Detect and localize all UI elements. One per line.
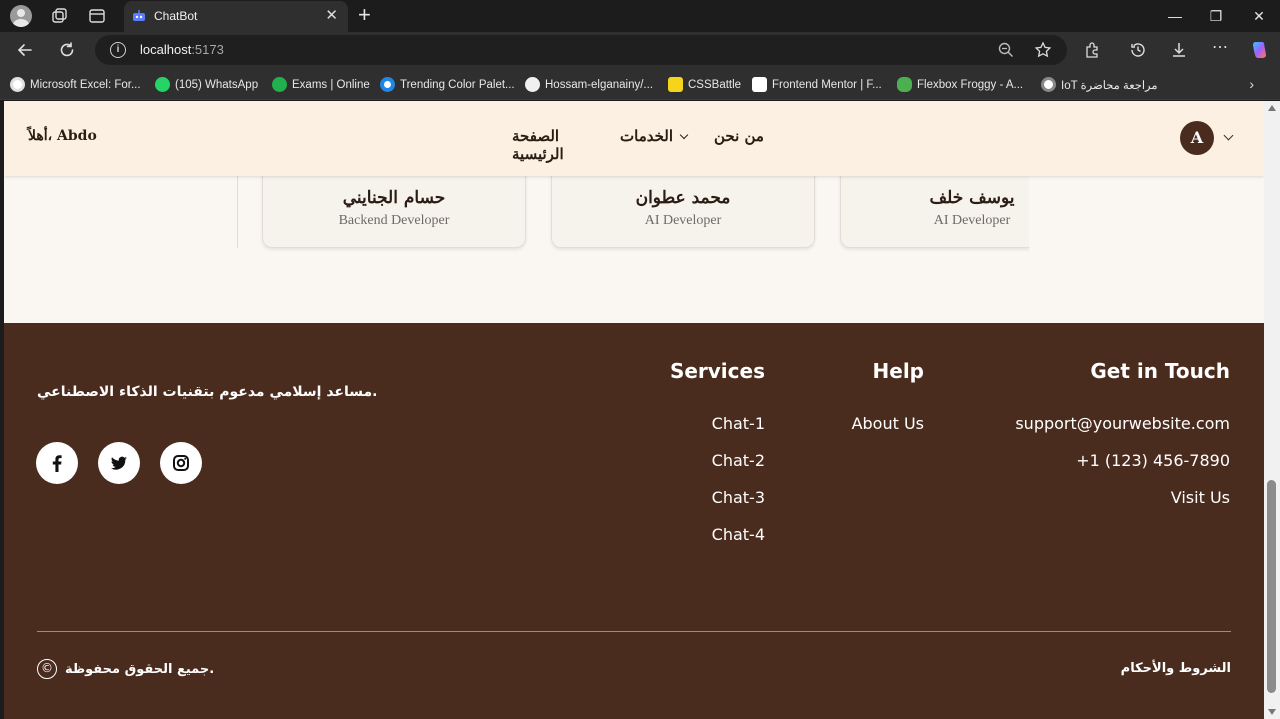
carousel-clip: [1029, 176, 1264, 256]
workspaces-icon[interactable]: [50, 7, 68, 25]
footer-tagline: مساعد إسلامي مدعوم بتقنيات الذكاء الاصطن…: [37, 384, 378, 400]
favorite-star-icon[interactable]: [1034, 41, 1052, 59]
refresh-icon[interactable]: [58, 41, 76, 59]
footer-visit-link[interactable]: Visit Us: [1171, 488, 1230, 507]
new-tab-icon[interactable]: +: [358, 4, 371, 26]
close-window-icon[interactable]: ✕: [1247, 6, 1271, 26]
bookmark-item[interactable]: IoT مراجعة محاضرة: [1041, 77, 1158, 92]
chevron-down-icon[interactable]: [1223, 130, 1234, 141]
scroll-down-icon[interactable]: [1268, 709, 1276, 715]
whatsapp-icon: [155, 77, 170, 92]
web-page: أهلاً، Abdo الصفحة الرئيسية الخدمات من ن…: [4, 101, 1264, 719]
more-options-icon[interactable]: ⋯: [1212, 37, 1230, 56]
tab-actions-icon[interactable]: [88, 7, 106, 25]
footer-link-chat-1[interactable]: Chat-1: [712, 414, 765, 433]
card-edge: [237, 176, 238, 248]
twitter-button[interactable]: [98, 442, 140, 484]
palette-icon: [380, 77, 395, 92]
page-scrollbar[interactable]: [1264, 101, 1280, 719]
footer-help-heading: Help: [872, 359, 924, 383]
extensions-icon[interactable]: [1083, 41, 1101, 59]
minimize-icon[interactable]: —: [1163, 6, 1187, 26]
team-member-name: حسام الجنايني: [342, 188, 446, 208]
globe-icon: [1041, 77, 1056, 92]
facebook-icon: [52, 455, 62, 472]
footer-link-chat-3[interactable]: Chat-3: [712, 488, 765, 507]
nav-about-link[interactable]: من نحن: [714, 127, 774, 145]
nav-home-link[interactable]: الصفحة الرئيسية: [512, 127, 612, 163]
tab-close-icon[interactable]: ✕: [325, 7, 338, 25]
browser-titlebar: ChatBot ✕ + — ❐ ✕: [0, 0, 1280, 32]
footer-email-link[interactable]: support@yourwebsite.com: [1015, 414, 1230, 433]
bookmark-item[interactable]: Flexbox Froggy - A...: [897, 77, 1023, 92]
history-icon[interactable]: [1129, 41, 1147, 59]
team-member-role: Backend Developer: [338, 213, 450, 228]
footer-link-chat-2[interactable]: Chat-2: [712, 451, 765, 470]
footer-link-chat-4[interactable]: Chat-4: [712, 525, 765, 544]
user-greeting: أهلاً، Abdo: [28, 128, 97, 144]
site-info-icon[interactable]: i: [110, 42, 126, 58]
bookmark-item[interactable]: Frontend Mentor | F...: [752, 77, 882, 92]
profile-icon[interactable]: [10, 5, 32, 27]
bookmark-item[interactable]: Microsoft Excel: For...: [10, 77, 141, 92]
footer-divider: [37, 631, 1231, 632]
footer-services-column: Services Chat-1 Chat-2 Chat-3 Chat-4: [644, 359, 765, 544]
copilot-icon[interactable]: [1250, 40, 1270, 60]
footer-link-about-us[interactable]: About Us: [852, 414, 924, 433]
url-text: localhost:5173: [140, 42, 224, 57]
footer-contact-column: Get in Touch support@yourwebsite.com +1 …: [984, 359, 1230, 507]
chatbot-favicon-icon: [133, 10, 145, 21]
bookmark-item[interactable]: Trending Color Palet...: [380, 77, 515, 92]
footer-contact-heading: Get in Touch: [1090, 359, 1230, 383]
bookmark-item[interactable]: Hossam-elganainy/...: [525, 77, 653, 92]
browser-toolbar: i localhost:5173 ⋯: [0, 32, 1280, 68]
twitter-icon: [111, 456, 127, 470]
copyright-text: جميع الحقوق محفوظة.: [65, 661, 215, 677]
nav-services-dropdown[interactable]: الخدمات: [620, 127, 696, 145]
footer-copyright: © جميع الحقوق محفوظة.: [37, 659, 214, 679]
zoom-icon[interactable]: [997, 41, 1015, 59]
footer-help-column: Help About Us: [824, 359, 924, 433]
tab-title: ChatBot: [154, 9, 198, 23]
back-icon[interactable]: [16, 41, 34, 59]
instagram-button[interactable]: [160, 442, 202, 484]
team-member-name: محمد عطوان: [635, 188, 731, 208]
scroll-thumb[interactable]: [1267, 480, 1276, 693]
avatar[interactable]: A: [1180, 121, 1214, 155]
maximize-icon[interactable]: ❐: [1204, 6, 1228, 26]
check-icon: [272, 77, 287, 92]
bookmarks-bar: Microsoft Excel: For... (105) WhatsApp E…: [0, 68, 1280, 100]
site-navbar: أهلاً، Abdo الصفحة الرئيسية الخدمات من ن…: [4, 101, 1264, 176]
footer-services-heading: Services: [669, 359, 765, 383]
frontend-mentor-icon: [752, 77, 767, 92]
cssbattle-icon: [668, 77, 683, 92]
footer-phone-link[interactable]: +1 (123) 456-7890: [1076, 451, 1230, 470]
bookmark-item[interactable]: Exams | Online: [272, 77, 370, 92]
facebook-button[interactable]: [36, 442, 78, 484]
github-icon: [525, 77, 540, 92]
active-tab[interactable]: ChatBot ✕: [124, 1, 348, 32]
downloads-icon[interactable]: [1170, 41, 1188, 59]
chevron-down-icon: [679, 130, 689, 140]
frog-icon: [897, 77, 912, 92]
copyright-icon: ©: [37, 659, 57, 679]
scroll-up-icon[interactable]: [1268, 105, 1276, 111]
team-member-role: AI Developer: [644, 213, 722, 228]
bookmark-item[interactable]: (105) WhatsApp: [155, 77, 258, 92]
globe-icon: [10, 77, 25, 92]
instagram-icon: [173, 455, 189, 471]
bookmark-item[interactable]: CSSBattle: [668, 77, 741, 92]
chevron-right-icon[interactable]: ›: [1249, 76, 1254, 92]
site-footer: مساعد إسلامي مدعوم بتقنيات الذكاء الاصطن…: [4, 323, 1264, 719]
terms-link[interactable]: الشروط والأحكام: [1121, 661, 1231, 676]
address-bar[interactable]: i localhost:5173: [95, 35, 1067, 65]
